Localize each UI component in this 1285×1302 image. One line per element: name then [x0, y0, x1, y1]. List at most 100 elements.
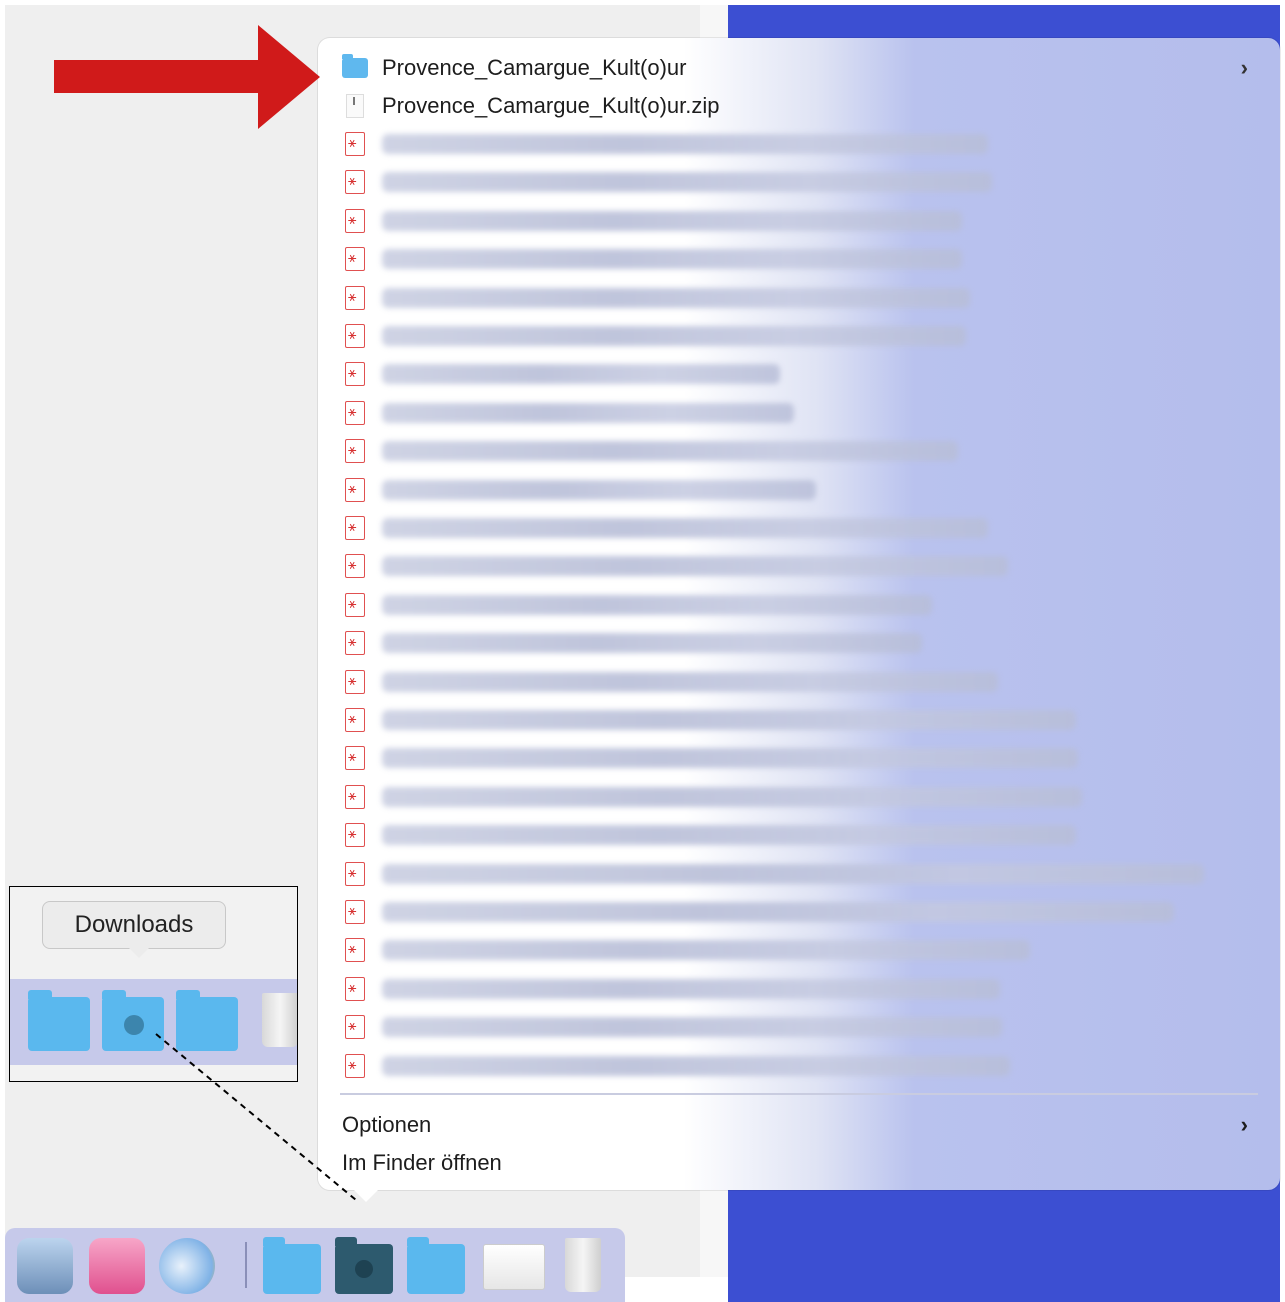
stack-item-pdf[interactable] — [342, 472, 1258, 508]
stack-item-zip[interactable]: Provence_Camargue_Kult(o)ur.zip — [342, 88, 1258, 124]
stack-item-pdf[interactable] — [342, 817, 1258, 853]
stack-item-pdf[interactable] — [342, 894, 1258, 930]
blurred-filename — [382, 902, 1174, 922]
blurred-filename — [382, 633, 922, 654]
stack-item-pdf[interactable] — [342, 856, 1258, 892]
blurred-filename — [382, 710, 1076, 730]
dock-separator — [245, 1242, 247, 1288]
downloads-stack-menu: Provence_Camargue_Kult(o)ur › Provence_C… — [318, 38, 1280, 1202]
gemini-app-icon[interactable] — [159, 1238, 215, 1294]
pdf-file-icon — [345, 976, 365, 1001]
stack-item-pdf[interactable] — [342, 664, 1258, 700]
blurred-filename — [382, 863, 1204, 884]
stack-item-pdf[interactable] — [342, 1009, 1258, 1045]
stack-item-pdf[interactable] — [342, 625, 1258, 661]
folder-icon[interactable] — [28, 990, 90, 1051]
blurred-filename — [382, 671, 998, 692]
pdf-file-icon — [345, 708, 365, 732]
folder-icon[interactable] — [263, 1237, 321, 1294]
pdf-file-icon — [345, 516, 365, 540]
pdf-file-icon — [345, 208, 365, 233]
pdf-file-icon — [345, 861, 365, 886]
blurred-filename — [382, 134, 988, 154]
pdf-file-icon — [345, 1053, 365, 1078]
pdf-file-icon — [345, 669, 365, 694]
blurred-filename — [382, 825, 1076, 846]
stack-item-pdf[interactable] — [342, 932, 1258, 968]
stack-item-pdf[interactable] — [342, 548, 1258, 584]
stack-item-label: Provence_Camargue_Kult(o)ur — [382, 55, 687, 80]
zip-file-icon — [346, 94, 364, 118]
blurred-filename — [382, 172, 992, 193]
document-preview-icon[interactable] — [483, 1244, 545, 1290]
blurred-filename — [382, 441, 958, 462]
blurred-filename — [382, 556, 1008, 577]
stack-item-pdf[interactable] — [342, 356, 1258, 392]
pdf-file-icon — [345, 938, 365, 963]
preview-app-icon[interactable] — [17, 1238, 73, 1294]
cleanmymac-app-icon[interactable] — [89, 1238, 145, 1294]
blurred-filename — [382, 1055, 1010, 1076]
dock-tooltip: Downloads — [42, 901, 226, 958]
blurred-filename — [382, 518, 988, 538]
folder-icon[interactable] — [407, 1237, 465, 1294]
chevron-right-icon: › — [1240, 55, 1248, 80]
folder-icon[interactable] — [176, 990, 238, 1051]
stack-item-folder[interactable]: Provence_Camargue_Kult(o)ur › — [342, 50, 1258, 86]
stack-item-pdf[interactable] — [342, 433, 1258, 469]
menu-separator — [340, 1093, 1258, 1095]
stack-item-label: Provence_Camargue_Kult(o)ur.zip — [382, 93, 720, 118]
downloads-folder-icon[interactable] — [102, 990, 164, 1051]
pdf-file-icon — [345, 132, 365, 156]
stack-item-pdf[interactable] — [342, 280, 1258, 316]
stack-item-pdf[interactable] — [342, 164, 1258, 200]
blurred-filename — [382, 940, 1030, 961]
pdf-file-icon — [345, 324, 365, 348]
blurred-filename — [382, 402, 794, 423]
stack-item-pdf[interactable] — [342, 702, 1258, 738]
pdf-file-icon — [345, 554, 365, 579]
stack-item-pdf[interactable] — [342, 203, 1258, 239]
blurred-filename — [382, 786, 1082, 807]
dock — [5, 1228, 625, 1302]
pdf-file-icon — [345, 247, 365, 272]
blurred-filename — [382, 594, 932, 615]
pdf-file-icon — [345, 477, 365, 502]
pdf-file-icon — [345, 746, 365, 771]
stack-item-pdf[interactable] — [342, 510, 1258, 546]
stack-item-pdf[interactable] — [342, 740, 1258, 776]
options-label: Optionen — [342, 1112, 432, 1137]
dock-zoom-inset: Downloads — [9, 886, 298, 1082]
chevron-right-icon: › — [1240, 1112, 1248, 1137]
trash-icon[interactable] — [262, 993, 297, 1047]
blurred-filename — [382, 1017, 1002, 1038]
pdf-file-icon — [345, 1015, 365, 1040]
stack-item-pdf[interactable] — [342, 779, 1258, 815]
trash-icon[interactable] — [565, 1238, 601, 1292]
pdf-file-icon — [345, 823, 365, 848]
pdf-file-icon — [345, 362, 365, 387]
blurred-filename — [382, 748, 1078, 769]
downloads-folder-icon[interactable] — [335, 1237, 393, 1294]
pdf-file-icon — [345, 592, 365, 617]
blurred-filename — [382, 249, 962, 270]
stack-item-pdf[interactable] — [342, 318, 1258, 354]
blurred-filename — [382, 978, 1000, 999]
stack-item-pdf[interactable] — [342, 241, 1258, 277]
blurred-filename — [382, 479, 816, 500]
blurred-filename — [382, 210, 962, 231]
pdf-file-icon — [345, 631, 365, 656]
pdf-file-icon — [345, 900, 365, 924]
stack-item-pdf[interactable] — [342, 1048, 1258, 1084]
red-arrow-head — [258, 25, 320, 129]
pdf-file-icon — [345, 439, 365, 464]
stack-item-pdf[interactable] — [342, 971, 1258, 1007]
options-menu-item[interactable]: Optionen › — [342, 1107, 1258, 1143]
stack-item-pdf[interactable] — [342, 587, 1258, 623]
stack-item-pdf[interactable] — [342, 126, 1258, 162]
stack-item-pdf[interactable] — [342, 395, 1258, 431]
blurred-filename — [382, 364, 780, 385]
blurred-filename — [382, 326, 966, 346]
open-in-finder-menu-item[interactable]: Im Finder öffnen — [342, 1145, 1258, 1181]
blurred-filename — [382, 287, 970, 308]
